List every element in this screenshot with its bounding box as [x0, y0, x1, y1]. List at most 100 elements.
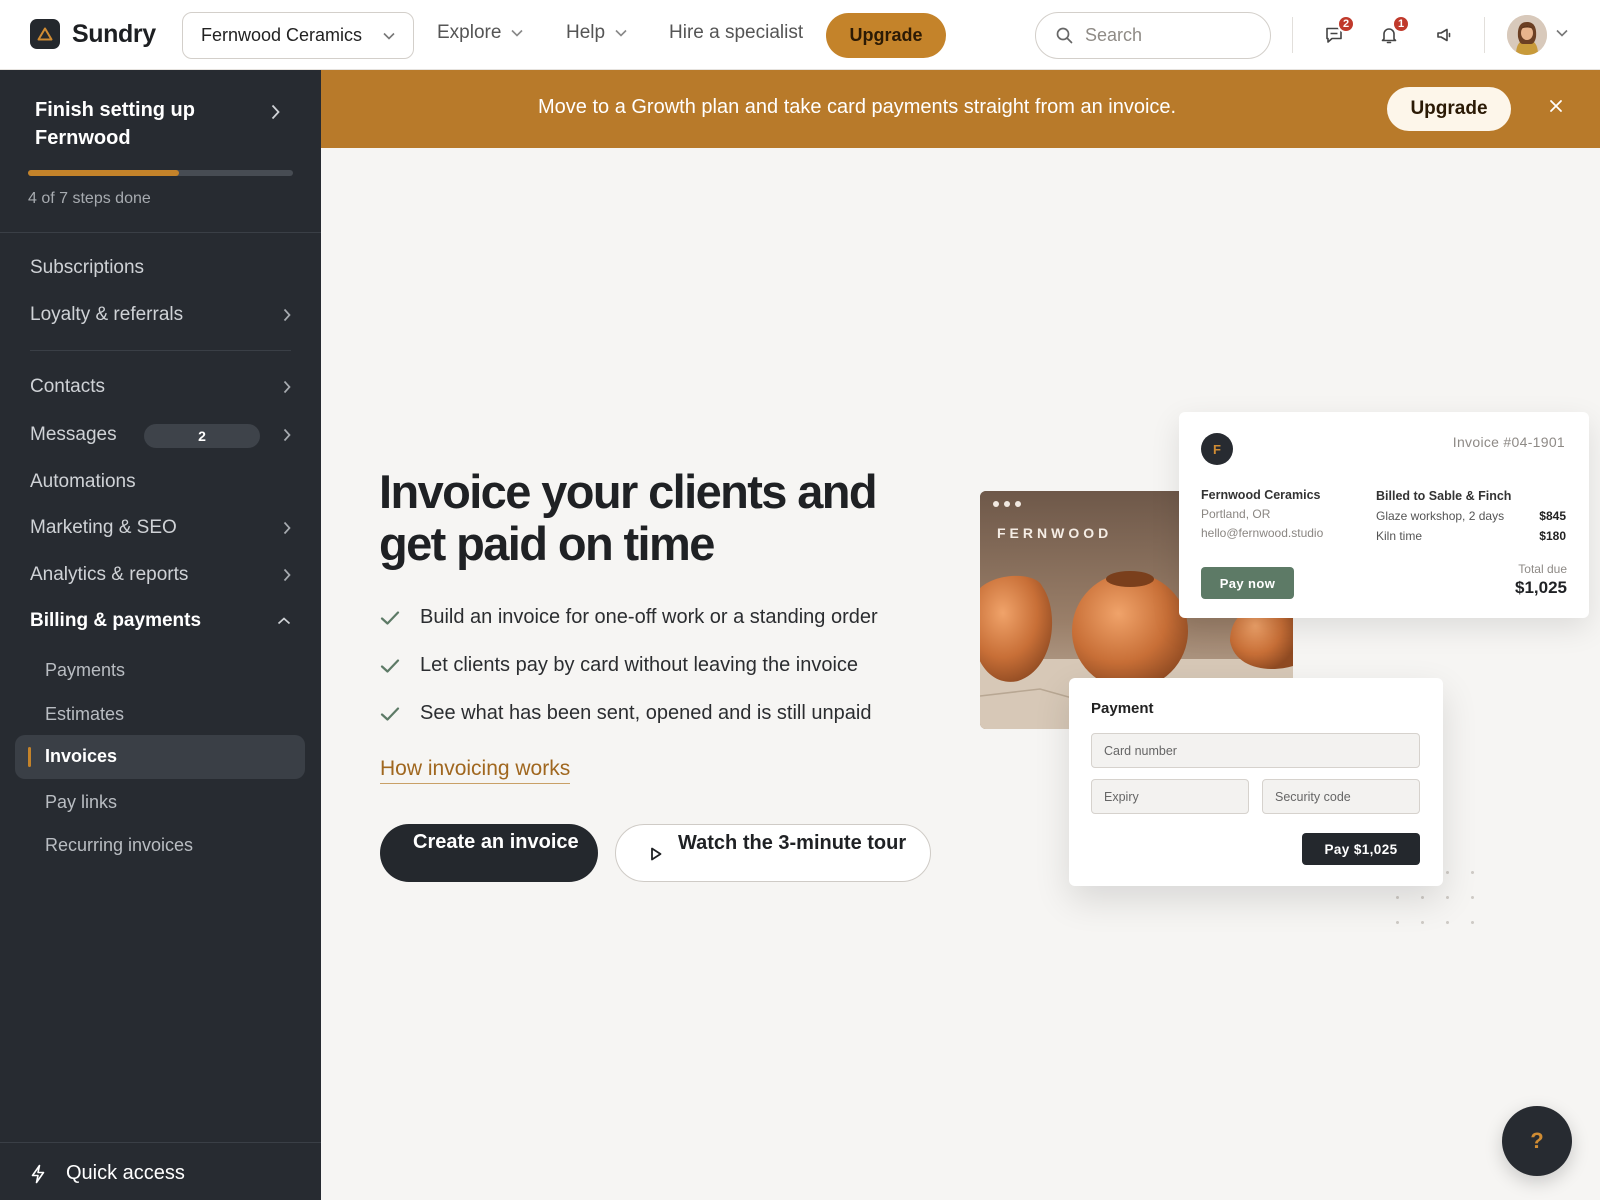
sidebar-item-label: Subscriptions [30, 257, 145, 278]
sidebar-item-contacts[interactable]: Contacts [30, 372, 291, 402]
chevron-right-icon [283, 380, 291, 394]
quick-access-label: Quick access [66, 1162, 185, 1184]
top-bar: Sundry Fernwood Ceramics Explore Help Hi… [0, 0, 1600, 70]
sidebar-subitem-label: Invoices [45, 746, 118, 766]
nav-explore-label: Explore [437, 22, 502, 43]
chevron-right-icon [283, 521, 291, 535]
account-name: Fernwood Ceramics [201, 25, 363, 45]
expiry-field: Expiry [1091, 779, 1249, 814]
announcements-button[interactable] [1427, 18, 1461, 52]
messages-badge: 2 [144, 424, 260, 448]
chevron-right-icon [283, 308, 291, 322]
search-icon [1056, 27, 1073, 44]
user-avatar[interactable] [1507, 15, 1547, 55]
notifications-button[interactable]: 1 [1372, 15, 1410, 52]
create-invoice-button[interactable]: Create an invoice [380, 824, 598, 882]
nav-help[interactable]: Help [566, 22, 627, 44]
feature-text: Let clients pay by card without leaving … [420, 654, 859, 676]
payment-title: Payment [1091, 700, 1154, 717]
chevron-down-icon [511, 29, 523, 37]
lightning-icon [31, 1164, 45, 1183]
megaphone-icon [1437, 28, 1451, 42]
checkmark-icon [380, 610, 400, 625]
logo-mark-icon [30, 19, 60, 49]
watch-tour-button[interactable]: Watch the 3-minute tour [615, 824, 931, 882]
billed-to-label: Billed to Sable & Finch [1376, 489, 1512, 503]
setup-progress-fill [28, 170, 180, 176]
invoice-line: Kiln time $180 [1376, 526, 1566, 546]
divider [0, 232, 321, 233]
sidebar-subitem-recurring[interactable]: Recurring invoices [45, 832, 193, 858]
page-title: Invoice your clients and get paid on tim… [379, 465, 878, 570]
total-due-label: Total due [1518, 562, 1567, 576]
feature-item: See what has been sent, opened and is st… [380, 702, 920, 725]
app-logo[interactable]: Sundry [30, 19, 156, 49]
security-code-field: Security code [1262, 779, 1420, 814]
invoice-logo: F [1201, 433, 1233, 465]
sidebar-item-label: Loyalty & referrals [30, 304, 184, 325]
sidebar-item-label: Contacts [30, 376, 105, 397]
quick-access-button[interactable]: Quick access [30, 1162, 185, 1185]
close-icon[interactable] [1549, 99, 1563, 113]
sidebar-item-label: Automations [30, 471, 136, 492]
setup-progress-bar [28, 170, 293, 176]
banner-upgrade-button[interactable]: Upgrade [1387, 87, 1511, 131]
divider [1484, 17, 1485, 53]
setup-checklist[interactable]: Finish setting up Fernwood [35, 96, 295, 152]
line-desc: Kiln time [1376, 529, 1423, 543]
card-number-field: Card number [1091, 733, 1420, 768]
active-indicator [28, 747, 31, 767]
search-field[interactable] [1035, 12, 1271, 59]
sidebar-subitem-estimates[interactable]: Estimates [45, 701, 124, 727]
sidebar-subitem-invoices[interactable]: Invoices [15, 735, 305, 779]
payment-preview-card: Payment Card number Expiry Security code… [1069, 678, 1443, 886]
line-amount: $180 [1539, 529, 1566, 543]
sidebar-item-billing[interactable]: Billing & payments [30, 606, 291, 636]
sidebar-item-messages[interactable]: Messages 2 [30, 420, 291, 450]
from-email: hello@fernwood.studio [1201, 526, 1324, 540]
help-button[interactable]: ? [1502, 1106, 1572, 1176]
play-icon [651, 847, 662, 861]
total-due-amount: $1,025 [1515, 578, 1567, 597]
account-switcher[interactable]: Fernwood Ceramics [182, 12, 414, 59]
sidebar-item-label: Analytics & reports [30, 564, 189, 585]
sidebar-item-subscriptions[interactable]: Subscriptions [30, 253, 291, 283]
line-desc: Glaze workshop, 2 days [1376, 509, 1505, 523]
feature-item: Let clients pay by card without leaving … [380, 654, 920, 677]
search-input[interactable] [1085, 25, 1245, 46]
invoice-preview-card: F Invoice #04-1901 Fernwood Ceramics Por… [1179, 412, 1589, 618]
nav-hire-specialist[interactable]: Hire a specialist [669, 22, 803, 44]
upgrade-button[interactable]: Upgrade [826, 13, 946, 58]
chevron-right-icon [271, 104, 280, 120]
sidebar: Finish setting up Fernwood 4 of 7 steps … [0, 70, 321, 1200]
nav-help-label: Help [566, 22, 606, 43]
invoice-billed-to: Billed to Sable & Finch Glaze workshop, … [1376, 486, 1566, 546]
from-name: Fernwood Ceramics [1201, 488, 1321, 502]
chevron-down-icon[interactable] [1556, 29, 1568, 37]
nav-explore[interactable]: Explore [437, 22, 523, 44]
banner-text: Move to a Growth plan and take card paym… [538, 96, 1177, 118]
pay-amount-button: Pay $1,025 [1302, 833, 1420, 865]
upgrade-banner: Move to a Growth plan and take card paym… [321, 70, 1600, 148]
invoice-pay-now-button: Pay now [1201, 567, 1294, 599]
watch-tour-label: Watch the 3-minute tour [678, 832, 907, 854]
feature-text: See what has been sent, opened and is st… [420, 702, 872, 724]
app-name: Sundry [72, 19, 156, 48]
chevron-up-icon [277, 617, 291, 625]
sidebar-item-label: Marketing & SEO [30, 517, 177, 538]
invoice-line: Glaze workshop, 2 days $845 [1376, 506, 1566, 526]
divider [30, 350, 291, 351]
how-invoicing-works-link[interactable]: How invoicing works [380, 757, 571, 784]
divider [0, 1142, 321, 1143]
sidebar-item-marketing[interactable]: Marketing & SEO [30, 513, 291, 543]
sidebar-item-automations[interactable]: Automations [30, 467, 291, 497]
sidebar-item-loyalty[interactable]: Loyalty & referrals [30, 300, 291, 330]
sidebar-item-analytics[interactable]: Analytics & reports [30, 560, 291, 590]
messages-button[interactable]: 2 [1317, 15, 1355, 52]
sidebar-subitem-pay-links[interactable]: Pay links [45, 789, 117, 815]
chevron-right-icon [283, 428, 291, 442]
photo-brand-text: FERNWOOD [997, 525, 1113, 541]
sidebar-subitem-payments[interactable]: Payments [45, 657, 125, 683]
sidebar-item-label: Billing & payments [30, 610, 202, 631]
setup-title: Finish setting up Fernwood [35, 99, 195, 149]
